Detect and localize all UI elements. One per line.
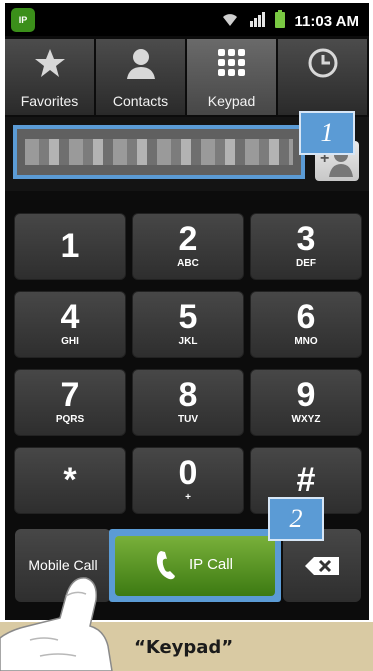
key-digit: * — [63, 461, 77, 499]
key-digit: 9 — [296, 376, 316, 414]
key-4[interactable]: 4 GHI — [14, 291, 126, 358]
key-letters: + — [185, 492, 191, 503]
key-3[interactable]: 3 DEF — [250, 213, 362, 280]
ip-call-label: IP Call — [189, 556, 233, 573]
status-icons: 11:03 AM — [221, 10, 359, 33]
key-digit: 4 — [60, 298, 80, 336]
key-letters: ABC — [177, 258, 199, 269]
key-5[interactable]: 5 JKL — [132, 291, 244, 358]
key-letters: DEF — [296, 258, 316, 269]
key-digit: 1 — [60, 227, 80, 265]
key-star[interactable]: * — [14, 447, 126, 514]
key-letters: WXYZ — [291, 414, 321, 425]
keypad-grid-icon — [187, 47, 276, 81]
person-icon — [96, 47, 185, 81]
key-letters: MNO — [294, 336, 318, 347]
key-digit: 5 — [178, 298, 198, 336]
battery-icon — [274, 10, 285, 33]
key-digit: 3 — [296, 220, 316, 258]
star-icon — [5, 47, 94, 81]
callout-1: 1 — [299, 111, 355, 155]
tab-call-log[interactable] — [278, 39, 367, 115]
key-digit: 6 — [296, 298, 316, 336]
key-8[interactable]: 8 TUV — [132, 369, 244, 436]
clock-time: 11:03 AM — [294, 13, 359, 30]
key-letters: JKL — [178, 336, 198, 347]
key-digit: 7 — [60, 376, 80, 414]
tab-keypad[interactable]: Keypad — [187, 39, 276, 115]
key-letters: GHI — [61, 336, 79, 347]
key-digit: 2 — [178, 220, 198, 258]
key-6[interactable]: 6 MNO — [250, 291, 362, 358]
blurred-number — [25, 139, 293, 165]
ip-app-icon: IP — [11, 8, 35, 32]
tab-label: Favorites — [20, 93, 79, 109]
backspace-icon — [305, 557, 339, 580]
key-9[interactable]: 9 WXYZ — [250, 369, 362, 436]
callout-2: 2 — [268, 497, 324, 541]
status-bar: IP 11:03 AM — [5, 3, 369, 36]
clock-icon — [278, 47, 367, 81]
tab-contacts[interactable]: Contacts — [96, 39, 185, 115]
tab-bar: Favorites Contacts Keypad — [5, 39, 369, 115]
key-digit: # — [296, 461, 316, 499]
tab-favorites[interactable]: Favorites — [5, 39, 94, 115]
key-letters: PQRS — [55, 414, 85, 425]
tab-label: Keypad — [207, 93, 256, 109]
key-digit: 8 — [178, 376, 198, 414]
tab-label: Contacts — [112, 93, 169, 109]
signal-icon — [249, 11, 265, 32]
key-0[interactable]: 0 + — [132, 447, 244, 514]
phone-number-field[interactable] — [13, 125, 305, 179]
key-digit: 0 — [178, 454, 198, 492]
key-1[interactable]: 1 — [14, 213, 126, 280]
key-letters: TUV — [178, 414, 198, 425]
wifi-icon — [221, 11, 239, 32]
key-2[interactable]: 2 ABC — [132, 213, 244, 280]
key-7[interactable]: 7 PQRS — [14, 369, 126, 436]
pointing-finger-illustration — [0, 577, 113, 671]
